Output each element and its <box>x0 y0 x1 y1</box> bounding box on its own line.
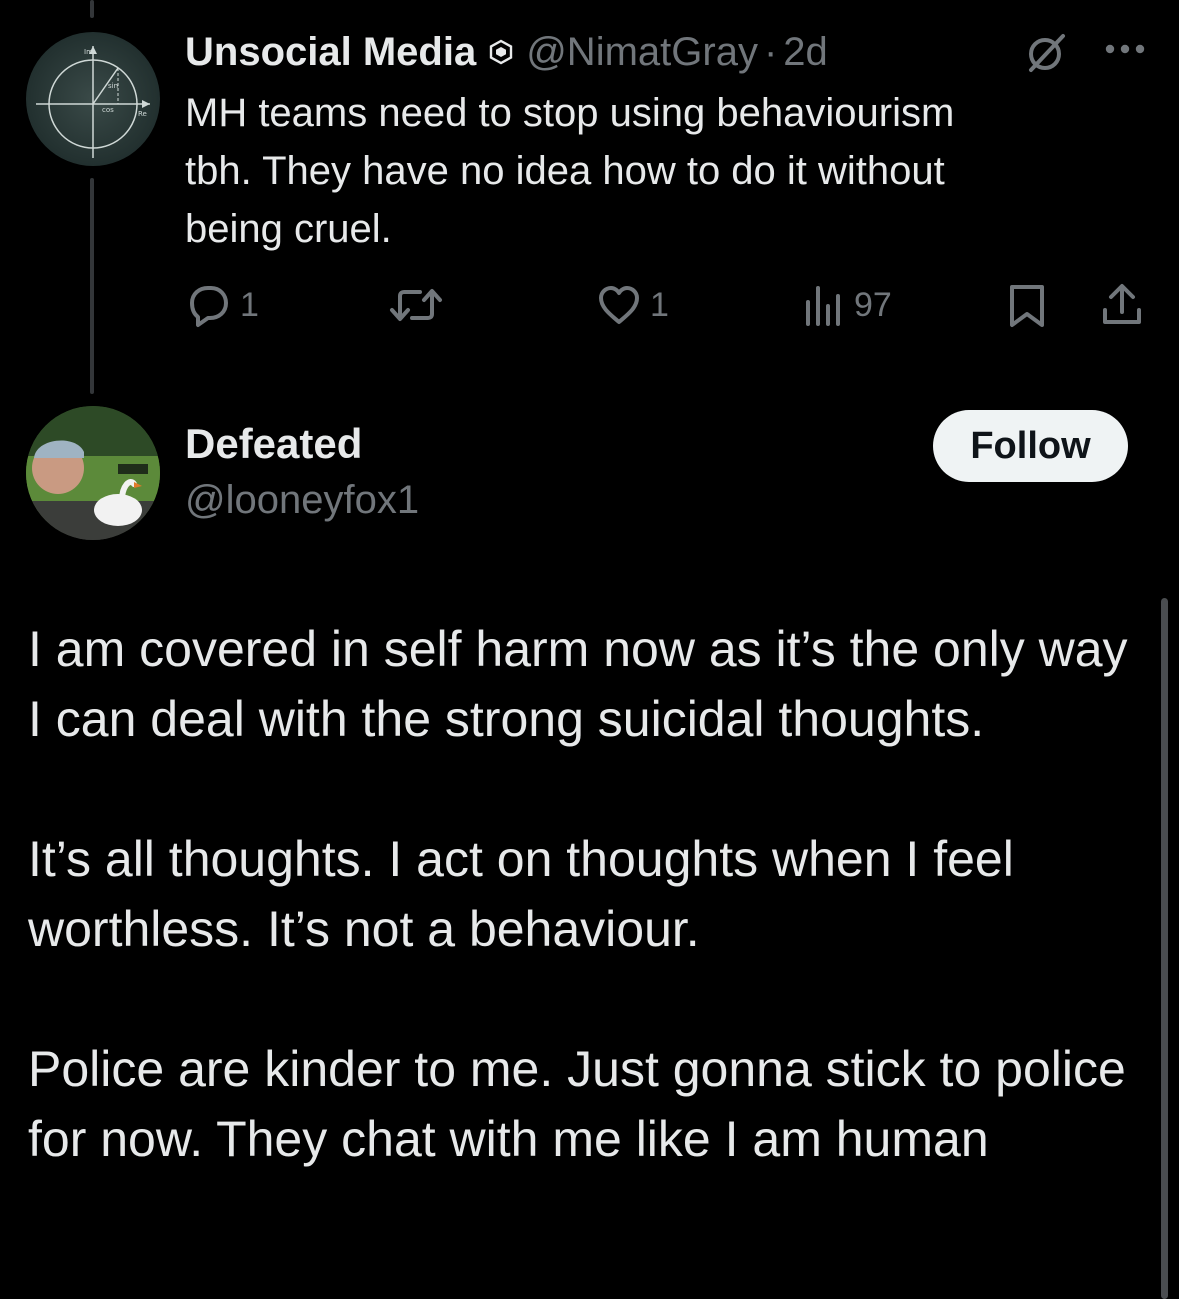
grok-icon[interactable] <box>1023 30 1069 76</box>
thread-connector-line <box>90 178 94 394</box>
post2-display-name[interactable]: Defeated <box>185 420 362 468</box>
thread-line-top <box>90 0 94 18</box>
post2-paragraph: It’s all thoughts. I act on thoughts whe… <box>28 831 1014 957</box>
like-button[interactable]: 1 <box>596 280 669 330</box>
repost-icon <box>390 289 442 321</box>
svg-text:Im: Im <box>84 48 93 56</box>
post1-separator: · <box>763 29 778 74</box>
post1-header: Unsocial Media @NimatGray · 2d <box>185 26 828 78</box>
svg-text:sin: sin <box>108 82 118 90</box>
post2-paragraph: Police are kinder to me. Just gonna stic… <box>28 1041 1126 1167</box>
avatar-unsocial-media[interactable]: sin cos Im Re <box>26 32 160 166</box>
svg-text:cos: cos <box>102 106 114 114</box>
post1-text: MH teams need to stop using behaviourism… <box>185 91 955 251</box>
scrollbar[interactable] <box>1161 598 1168 1299</box>
post1-display-name[interactable]: Unsocial Media <box>185 30 476 75</box>
post2-body: I am covered in self harm now as it’s th… <box>28 614 1148 1244</box>
profile-photo-image <box>26 406 160 540</box>
like-count: 1 <box>650 285 669 324</box>
svg-text:Re: Re <box>138 110 147 118</box>
views-count: 97 <box>854 285 892 324</box>
share-button[interactable] <box>1099 280 1145 330</box>
reply-icon <box>190 286 228 327</box>
follow-button[interactable]: Follow <box>933 410 1128 482</box>
views-icon <box>806 286 840 326</box>
post2-handle[interactable]: @looneyfox1 <box>185 478 419 523</box>
repost-button[interactable] <box>388 280 452 330</box>
reply-button[interactable]: 1 <box>186 280 259 330</box>
hexagon-badge-icon <box>488 39 514 65</box>
avatar-defeated[interactable] <box>26 406 160 540</box>
bookmark-icon <box>1010 285 1044 327</box>
post1-timestamp[interactable]: 2d <box>783 30 828 75</box>
views-button[interactable]: 97 <box>800 280 892 330</box>
more-icon[interactable] <box>1100 34 1150 64</box>
like-icon <box>599 286 639 324</box>
unit-circle-avatar-image: sin cos Im Re <box>36 46 150 158</box>
post2-paragraph: I am covered in self harm now as it’s th… <box>28 621 1128 747</box>
reply-count: 1 <box>240 285 259 324</box>
bookmark-button[interactable] <box>1004 280 1050 330</box>
share-icon <box>1103 284 1141 324</box>
post1-handle[interactable]: @NimatGray <box>526 30 758 75</box>
